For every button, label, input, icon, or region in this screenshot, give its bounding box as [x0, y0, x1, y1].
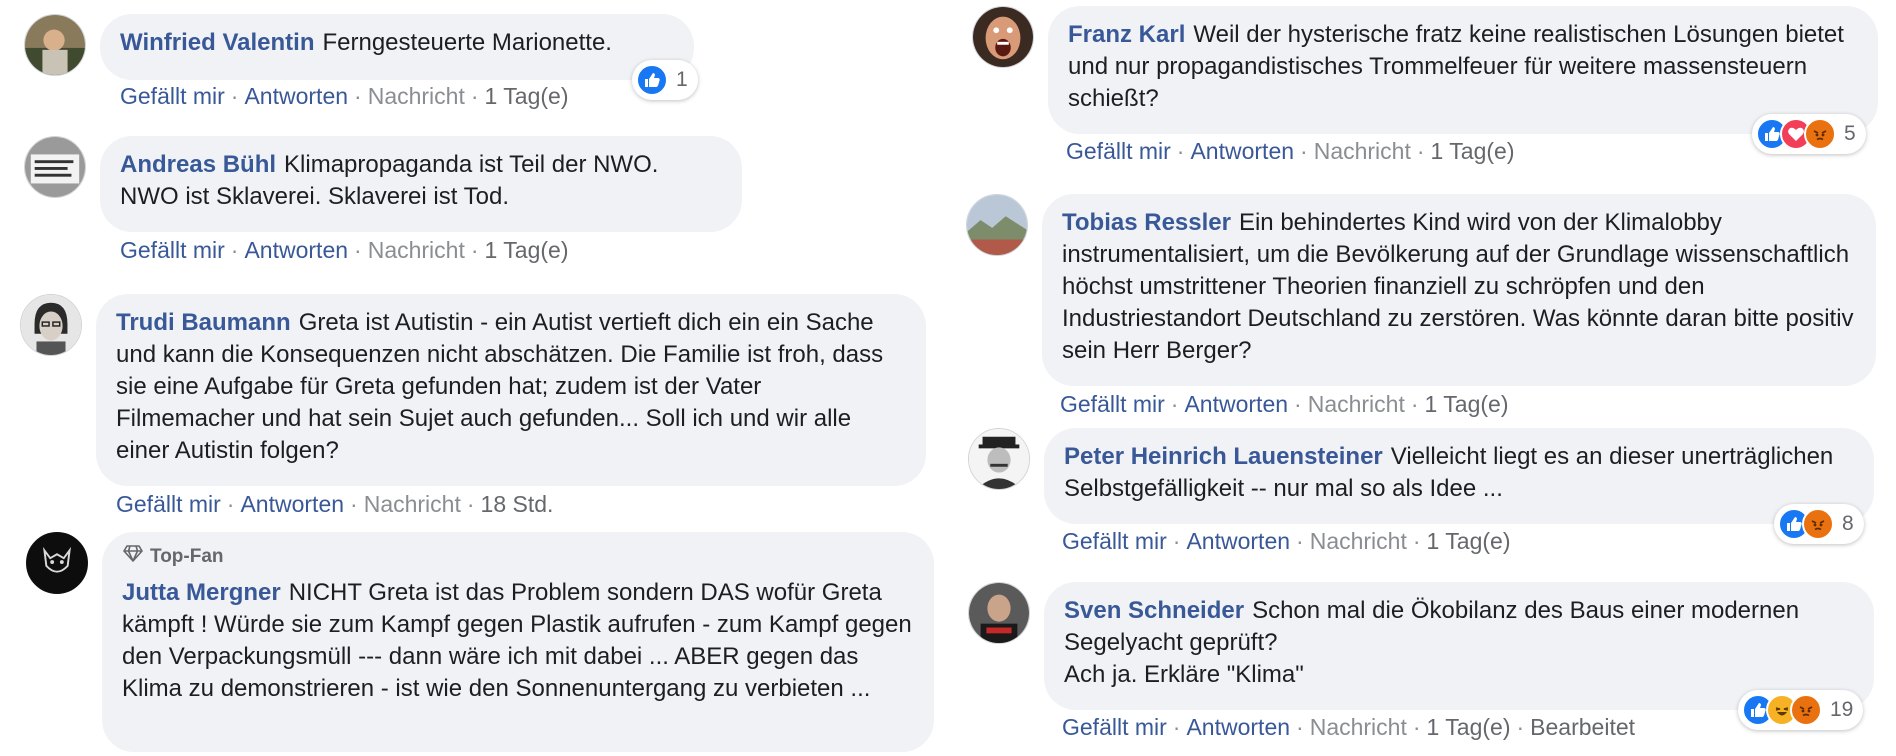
avatar[interactable] [968, 428, 1030, 490]
comment-bubble: Winfried Valentin Ferngesteuerte Marionet… [100, 14, 694, 80]
reaction-summary[interactable]: 8 [1774, 504, 1864, 544]
comment-bubble: Top-Fan Jutta Mergner NICHT Greta ist das… [102, 532, 934, 752]
reply-link[interactable]: Antworten [1190, 138, 1294, 164]
avatar[interactable] [20, 294, 82, 356]
comment-text: Ach ja. Erkläre "Klima" [1064, 661, 1304, 688]
like-link[interactable]: Gefällt mir [116, 491, 221, 517]
avatar[interactable] [966, 194, 1028, 256]
reaction-count: 1 [676, 68, 688, 91]
comment-actions: Gefällt mir · Antworten · Nachricht · 1 Tag(e) [1066, 138, 1515, 164]
comment-bubble: Tobias Ressler Ein behindertes Kind wird … [1042, 194, 1876, 386]
reaction-count: 19 [1830, 698, 1854, 721]
comment-bubble: Andreas Bühl Klimapropaganda ist Teil der… [100, 136, 742, 232]
message-link[interactable]: Nachricht [368, 83, 465, 109]
message-link[interactable]: Nachricht [1308, 391, 1405, 417]
avatar[interactable] [24, 14, 86, 76]
timestamp[interactable]: 1 Tag(e) [1431, 138, 1515, 164]
like-link[interactable]: Gefällt mir [120, 237, 225, 263]
timestamp[interactable]: 18 Std. [481, 491, 554, 517]
reaction-summary[interactable]: 19 [1738, 690, 1864, 730]
comment-actions: Gefällt mir · Antworten · Nachricht · 1 Tag(e)… [1062, 714, 1636, 740]
comment-actions: Gefällt mir · Antworten · Nachricht · 18 Std. [116, 491, 554, 517]
comment-actions: Gefällt mir · Antworten · Nachricht · 1 Tag(e) [120, 83, 569, 109]
avatar[interactable] [968, 582, 1030, 644]
message-link[interactable]: Nachricht [364, 491, 461, 517]
comment-actions: Gefällt mir · Antworten · Nachricht · 1 Tag(e) [1060, 391, 1509, 417]
avatar[interactable] [24, 136, 86, 198]
diamond-icon [122, 542, 144, 571]
reply-link[interactable]: Antworten [1186, 528, 1290, 554]
angry-face-icon [1790, 694, 1822, 726]
like-link[interactable]: Gefällt mir [120, 83, 225, 109]
comment-actions: Gefällt mir · Antworten · Nachricht · 1 Tag(e) [120, 237, 569, 263]
reaction-count: 5 [1844, 122, 1856, 145]
comment-author-link[interactable]: Tobias Ressler [1062, 209, 1231, 236]
reply-link[interactable]: Antworten [244, 237, 348, 263]
comment-bubble: Peter Heinrich Lauensteiner Vielleicht li… [1044, 428, 1874, 524]
top-fan-label: Top-Fan [150, 545, 224, 567]
comment-actions: Gefällt mir · Antworten · Nachricht · 1 Tag(e) [1062, 528, 1511, 554]
like-link[interactable]: Gefällt mir [1062, 714, 1167, 740]
like-link[interactable]: Gefällt mir [1060, 391, 1165, 417]
timestamp[interactable]: 1 Tag(e) [1427, 714, 1511, 740]
thumbs-up-icon [636, 64, 668, 96]
reply-link[interactable]: Antworten [1186, 714, 1290, 740]
angry-face-icon [1804, 118, 1836, 150]
comment-text: Ferngesteuerte Marionette. [322, 29, 612, 56]
comment-author-link[interactable]: Trudi Baumann [116, 309, 291, 336]
comment-author-link[interactable]: Andreas Bühl [120, 151, 276, 178]
reaction-summary[interactable]: 1 [632, 60, 698, 100]
comment-author-link[interactable]: Peter Heinrich Lauensteiner [1064, 443, 1383, 470]
reply-link[interactable]: Antworten [244, 83, 348, 109]
like-link[interactable]: Gefällt mir [1066, 138, 1171, 164]
message-link[interactable]: Nachricht [368, 237, 465, 263]
top-fan-badge: Top-Fan [122, 542, 914, 571]
avatar[interactable] [26, 532, 88, 594]
timestamp[interactable]: 1 Tag(e) [485, 83, 569, 109]
comment-author-link[interactable]: Winfried Valentin [120, 29, 314, 56]
comment-bubble: Franz Karl Weil der hysterische fratz kei… [1048, 6, 1878, 134]
comment-author-link[interactable]: Franz Karl [1068, 21, 1185, 48]
angry-face-icon [1802, 508, 1834, 540]
timestamp[interactable]: 1 Tag(e) [485, 237, 569, 263]
avatar[interactable] [972, 6, 1034, 68]
message-link[interactable]: Nachricht [1310, 528, 1407, 554]
edited-label: Bearbeitet [1530, 714, 1636, 740]
comment-bubble: Trudi Baumann Greta ist Autistin - ein Au… [96, 294, 926, 486]
timestamp[interactable]: 1 Tag(e) [1427, 528, 1511, 554]
message-link[interactable]: Nachricht [1310, 714, 1407, 740]
comment-author-link[interactable]: Sven Schneider [1064, 597, 1244, 624]
reply-link[interactable]: Antworten [240, 491, 344, 517]
like-link[interactable]: Gefällt mir [1062, 528, 1167, 554]
message-link[interactable]: Nachricht [1314, 138, 1411, 164]
reaction-summary[interactable]: 5 [1752, 114, 1866, 154]
timestamp[interactable]: 1 Tag(e) [1425, 391, 1509, 417]
reaction-count: 8 [1842, 512, 1854, 535]
reply-link[interactable]: Antworten [1184, 391, 1288, 417]
comment-author-link[interactable]: Jutta Mergner [122, 579, 281, 606]
